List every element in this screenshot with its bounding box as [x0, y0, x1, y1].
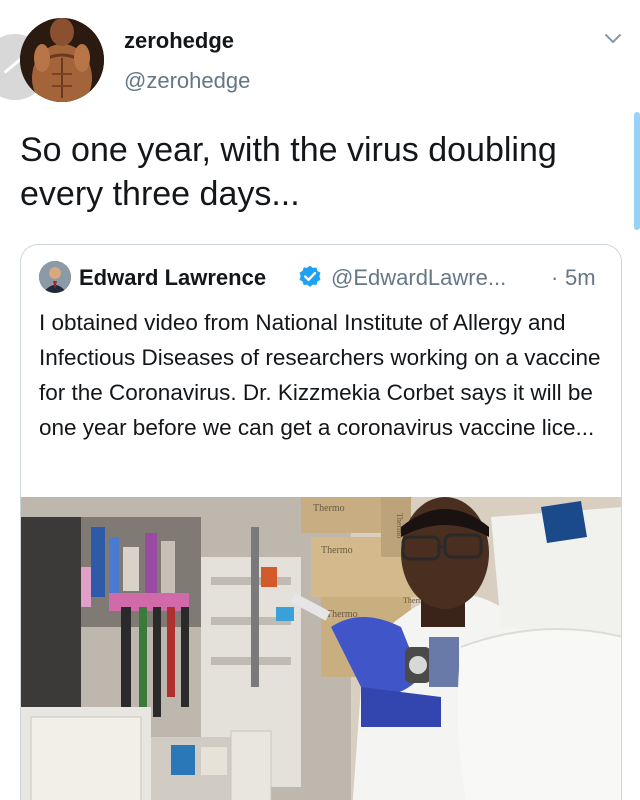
video-thumbnail[interactable]: Thermo Thermo Thermo Thermo Thermo	[21, 497, 621, 800]
box-label: Thermo	[321, 545, 353, 556]
quoted-avatar-image	[39, 261, 71, 293]
scrollbar[interactable]	[634, 112, 640, 230]
quoted-display-name[interactable]: Edward Lawrence	[79, 265, 266, 291]
verified-badge-icon	[299, 265, 321, 287]
quoted-avatar[interactable]	[39, 261, 71, 293]
lab-scene-image: Thermo Thermo Thermo Thermo Thermo	[21, 497, 621, 800]
quoted-tweet-card[interactable]: Edward Lawrence @EdwardLawre... · 5m I o…	[20, 244, 622, 800]
quoted-handle[interactable]: @EdwardLawre...	[331, 265, 506, 291]
chevron-down-icon[interactable]	[604, 32, 622, 46]
quoted-tweet-text: I obtained video from National Institute…	[39, 310, 601, 440]
timestamp[interactable]: 5m	[565, 265, 596, 291]
handle[interactable]: @zerohedge	[124, 68, 250, 94]
avatar-image	[20, 18, 104, 102]
display-name[interactable]: zerohedge	[124, 28, 234, 54]
box-label: Thermo	[313, 503, 345, 514]
avatar[interactable]	[20, 18, 104, 102]
tweet-text: So one year, with the virus doubling eve…	[20, 131, 557, 213]
tweet[interactable]: zerohedge @zerohedge So one year, with t…	[0, 0, 640, 800]
separator-dot: ·	[551, 265, 559, 290]
